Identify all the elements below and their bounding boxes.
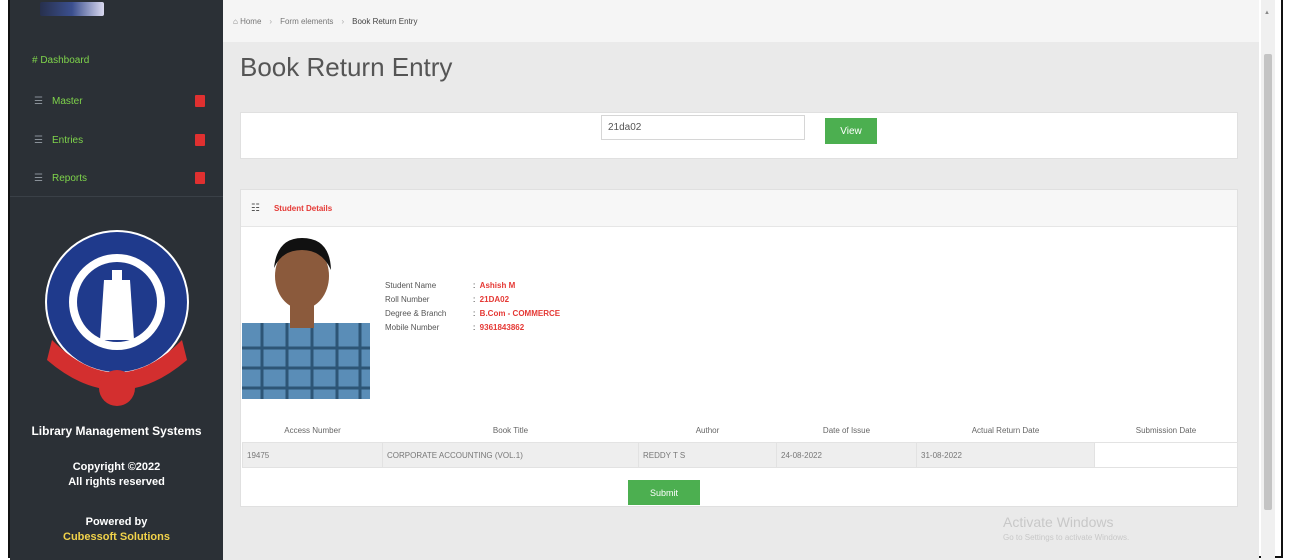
scroll-up-icon[interactable]: ▲	[1264, 10, 1270, 16]
main-content: ⌂ Home › Form elements › Book Return Ent…	[223, 0, 1259, 560]
info-row: Student Name: Ashish M	[385, 279, 560, 293]
menu-icon: ☰	[34, 134, 43, 146]
menu-icon: ☰	[34, 95, 43, 107]
student-details-panel: ☷ Student Details Student Name: Ashish M…	[240, 189, 1238, 507]
column-header: Access Number	[242, 418, 383, 443]
copyright-line: Copyright ©2022	[72, 461, 161, 473]
column-header: Submission Date	[1094, 418, 1238, 443]
divider	[10, 196, 223, 197]
panel-header: ☷ Student Details	[241, 190, 1237, 227]
copyright-line: All rights reserved	[68, 476, 165, 488]
date-of-issue-cell: 24-08-2022	[776, 442, 917, 468]
sidebar-item-label: Master	[52, 95, 83, 107]
sidebar: # Dashboard ☰ Master ☰ Entries ☰ Reports…	[10, 0, 223, 560]
submit-button[interactable]: Submit	[628, 480, 700, 505]
copyright: Copyright ©2022 All rights reserved	[10, 460, 223, 490]
field-label: Roll Number	[385, 295, 430, 304]
watermark-line: Activate Windows	[1003, 514, 1114, 530]
roll-number-input[interactable]	[601, 115, 805, 140]
student-photo	[242, 228, 370, 399]
sidebar-item-reports[interactable]: ☰ Reports	[10, 159, 223, 197]
field-label: Degree & Branch	[385, 309, 447, 318]
status-badge	[195, 172, 205, 184]
column-header: Book Title	[382, 418, 639, 443]
info-row: Roll Number: 21DA02	[385, 293, 560, 307]
book-title-cell: CORPORATE ACCOUNTING (VOL.1)	[382, 442, 639, 468]
breadcrumb: ⌂ Home › Form elements › Book Return Ent…	[223, 0, 1259, 42]
menu-icon: ☰	[34, 172, 43, 184]
table-header-row: Access Number Book Title Author Date of …	[242, 418, 1238, 443]
vertical-scrollbar[interactable]: ▲	[1261, 0, 1275, 560]
access-number-cell: 19475	[242, 442, 383, 468]
search-panel: View	[240, 112, 1238, 159]
sidebar-item-entries[interactable]: ☰ Entries	[10, 121, 223, 159]
table-row: 19475 CORPORATE ACCOUNTING (VOL.1) REDDY…	[242, 442, 1238, 468]
return-date-cell: 31-08-2022	[916, 442, 1095, 468]
panel-title: Student Details	[273, 203, 333, 213]
status-badge	[195, 134, 205, 146]
degree-branch-value: B.Com - COMMERCE	[479, 309, 561, 318]
college-emblem	[45, 230, 189, 406]
info-row: Degree & Branch: B.Com - COMMERCE	[385, 307, 560, 321]
grid-icon: ☷	[251, 202, 260, 214]
breadcrumb-current: Book Return Entry	[352, 16, 418, 26]
student-name-value: Ashish M	[479, 281, 516, 290]
breadcrumb-separator: ›	[341, 16, 345, 26]
powered-by-label: Powered by	[85, 516, 148, 528]
sidebar-item-master[interactable]: ☰ Master	[10, 82, 223, 120]
app-title: Library Management Systems	[31, 424, 202, 438]
watermark-line: Go to Settings to activate Windows.	[1003, 533, 1130, 542]
mobile-number-value: 9361843862	[479, 323, 525, 332]
scroll-thumb[interactable]	[1264, 54, 1272, 510]
student-info: Student Name: Ashish M Roll Number: 21DA…	[385, 279, 560, 335]
sidebar-item-label: Reports	[52, 172, 88, 184]
breadcrumb-section[interactable]: Form elements	[280, 17, 333, 26]
sidebar-item-dashboard[interactable]: # Dashboard	[32, 55, 89, 66]
company-name[interactable]: Cubessoft Solutions	[10, 530, 223, 545]
breadcrumb-separator: ›	[269, 16, 273, 26]
view-button[interactable]: View	[825, 118, 877, 144]
roll-number-value: 21DA02	[479, 295, 510, 304]
windows-activation-watermark: Activate Windows Go to Settings to activ…	[1003, 514, 1129, 542]
home-icon[interactable]: ⌂	[233, 17, 240, 26]
info-row: Mobile Number: 9361843862	[385, 321, 560, 335]
column-header: Date of Issue	[776, 418, 917, 443]
sidebar-item-label: Entries	[52, 134, 84, 146]
column-header: Author	[638, 418, 777, 443]
field-label: Student Name	[385, 281, 437, 290]
breadcrumb-home[interactable]: Home	[240, 17, 261, 26]
books-table: Access Number Book Title Author Date of …	[242, 418, 1238, 468]
powered-by: Powered by Cubessoft Solutions	[10, 515, 223, 545]
author-cell: REDDY T S	[638, 442, 777, 468]
header-logo	[40, 2, 104, 16]
column-header: Actual Return Date	[916, 418, 1095, 443]
page-title: Book Return Entry	[240, 52, 453, 82]
status-badge	[195, 95, 205, 107]
field-label: Mobile Number	[385, 323, 440, 332]
submission-date-input[interactable]	[1094, 442, 1238, 468]
